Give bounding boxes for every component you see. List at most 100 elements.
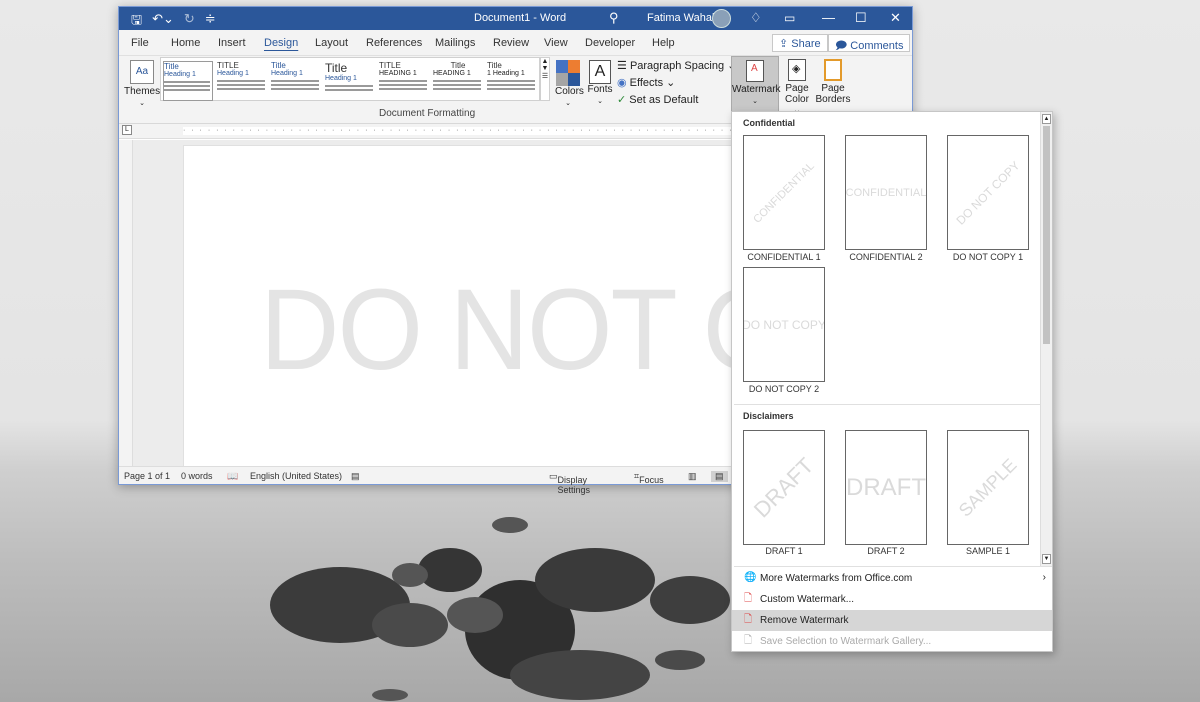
tab-help[interactable]: Help: [652, 37, 675, 49]
watermark-option-text: SAMPLE: [954, 454, 1021, 521]
gallery-scroll[interactable]: ▲ ▼ ☰: [540, 57, 550, 101]
style-set-item[interactable]: Title Heading 1: [271, 61, 321, 101]
watermark-option-confidential-1[interactable]: CONFIDENTIAL: [743, 135, 825, 250]
focus-button[interactable]: ⌗ Focus: [634, 471, 664, 485]
style-set-item[interactable]: Title Heading 1: [163, 61, 213, 101]
tab-file[interactable]: File: [131, 37, 149, 49]
style-heading: Heading 1: [271, 70, 303, 77]
style-title: Title: [487, 61, 502, 70]
gallery-more-icon[interactable]: ☰: [541, 72, 549, 80]
watermark-option-sample-1[interactable]: SAMPLE: [947, 430, 1029, 545]
search-icon[interactable]: ⚲: [609, 10, 619, 26]
style-title: Title: [450, 61, 466, 70]
style-set-item[interactable]: TITLE Heading 1: [217, 61, 267, 101]
print-layout-icon[interactable]: ▤: [711, 471, 728, 482]
minimize-icon[interactable]: —: [822, 10, 835, 25]
scrollbar-thumb[interactable]: [1043, 126, 1050, 344]
avatar[interactable]: [712, 9, 731, 28]
style-set-gallery: Title Heading 1 TITLE Heading 1 Title Headi…: [160, 57, 540, 101]
scroll-down-icon[interactable]: ▼: [1042, 554, 1051, 564]
tab-mailings[interactable]: Mailings: [435, 37, 475, 49]
display-settings-label: Display Settings: [557, 475, 591, 495]
share-label: Share: [791, 38, 821, 50]
page-borders-label-1: Page: [821, 83, 845, 94]
style-heading: Heading 1: [164, 71, 196, 78]
read-mode-icon[interactable]: ▥: [688, 471, 697, 482]
watermark-option-label: DRAFT 2: [867, 546, 905, 556]
title-bar: 🖫 ↶⌄ ↻ ≑ Document1 - Word ⚲ Fatima Wahab…: [119, 7, 912, 30]
style-heading: Heading 1: [217, 70, 249, 77]
watermark-option-do-not-copy-1[interactable]: DO NOT COPY: [947, 135, 1029, 250]
page-borders-button[interactable]: Page Borders: [815, 59, 851, 105]
section-divider: [734, 404, 1040, 405]
style-heading: HEADING 1: [433, 70, 471, 77]
themes-icon: Aa: [130, 60, 154, 84]
tab-developer[interactable]: Developer: [585, 37, 635, 49]
rocks-image: [270, 517, 730, 701]
ribbon-tabs: File Home Insert Design Layout Reference…: [119, 30, 912, 56]
tab-references[interactable]: References: [366, 37, 422, 49]
word-count[interactable]: 0 words: [181, 471, 213, 481]
tab-selector-icon[interactable]: L: [122, 125, 132, 135]
ribbon-display-options-icon[interactable]: ▭: [784, 11, 795, 25]
watermark-option-label: SAMPLE 1: [965, 546, 1011, 556]
effects-button[interactable]: ◉ Effects ⌄: [617, 75, 736, 92]
set-as-default-label: Set as Default: [629, 94, 699, 106]
language[interactable]: English (United States): [250, 471, 342, 481]
fonts-button[interactable]: A Fonts ⌄: [587, 60, 613, 106]
tab-design[interactable]: Design: [264, 37, 298, 49]
remove-watermark-item[interactable]: 🗋 Remove Watermark: [732, 610, 1052, 631]
watermark-option-text: DRAFT: [748, 452, 819, 522]
gallery-scrollbar[interactable]: ▲ ▼: [1040, 112, 1052, 566]
gallery-up-icon[interactable]: ▲: [541, 58, 549, 65]
themes-label: Themes: [124, 86, 161, 97]
custom-watermark-icon: 🗋: [744, 593, 753, 604]
page-watermark: DO NOT COPY: [260, 264, 742, 395]
document-page[interactable]: DO NOT COPY: [183, 145, 743, 470]
save-to-gallery-item: 🗋 Save Selection to Watermark Gallery...: [732, 631, 1052, 652]
gallery-down-icon[interactable]: ▼: [541, 65, 549, 72]
color-swatch: [556, 60, 568, 73]
style-title: Title: [271, 61, 286, 70]
tab-home[interactable]: Home: [171, 37, 200, 49]
watermark-option-draft-2[interactable]: DRAFT: [845, 430, 927, 545]
accessibility-icon[interactable]: ▤: [351, 471, 360, 482]
page-color-button[interactable]: ◈ PageColor ⌄: [780, 59, 814, 116]
menu-divider: [734, 566, 1052, 567]
tab-layout[interactable]: Layout: [315, 37, 348, 49]
premium-diamond-icon[interactable]: ♢: [750, 10, 762, 26]
more-watermarks-item[interactable]: 🌐 More Watermarks from Office.com ›: [732, 568, 1052, 589]
set-as-default-button[interactable]: ✓ Set as Default: [617, 92, 736, 109]
colors-button[interactable]: Colors ⌄: [555, 60, 584, 108]
themes-button[interactable]: Aa Themes ⌄: [124, 60, 160, 108]
watermark-option-label: DRAFT 1: [765, 546, 803, 556]
watermark-button[interactable]: A Watermark ⌄: [731, 56, 781, 114]
page-borders-icon: [824, 59, 842, 81]
close-icon[interactable]: ✕: [890, 10, 901, 26]
paragraph-spacing-button[interactable]: ☰ Paragraph Spacing ⌄: [617, 58, 736, 75]
style-set-item[interactable]: Title HEADING 1: [433, 61, 483, 101]
tab-view[interactable]: View: [544, 37, 568, 49]
style-set-item[interactable]: Title 1 Heading 1: [487, 61, 537, 101]
watermark-option-confidential-2[interactable]: CONFIDENTIAL: [845, 135, 927, 250]
proofing-icon[interactable]: 📖: [227, 471, 238, 482]
watermark-option-text: DRAFT: [846, 473, 926, 501]
page-count[interactable]: Page 1 of 1: [124, 471, 170, 481]
maximize-icon[interactable]: ☐: [855, 10, 867, 26]
check-circle-icon: ✓: [617, 94, 627, 106]
scroll-up-icon[interactable]: ▲: [1042, 114, 1051, 124]
custom-watermark-item[interactable]: 🗋 Custom Watermark...: [732, 589, 1052, 610]
comments-button[interactable]: 🗩 Comments: [828, 34, 911, 52]
custom-watermark-label: Custom Watermark...: [760, 594, 855, 605]
vertical-ruler[interactable]: [119, 140, 133, 470]
display-settings-button[interactable]: ▭ Display Settings: [549, 471, 590, 495]
style-set-item[interactable]: TITLE HEADING 1: [379, 61, 429, 101]
watermark-option-do-not-copy-2[interactable]: DO NOT COPY: [743, 267, 825, 382]
watermark-option-draft-1[interactable]: DRAFT: [743, 430, 825, 545]
style-set-item[interactable]: Title Heading 1: [325, 61, 375, 101]
share-button[interactable]: ⇪ Share: [772, 34, 828, 52]
tab-insert[interactable]: Insert: [218, 37, 246, 49]
tab-review[interactable]: Review: [493, 37, 529, 49]
fonts-label: Fonts: [587, 84, 613, 95]
formatting-options: ☰ Paragraph Spacing ⌄ ◉ Effects ⌄ ✓ Set …: [617, 58, 736, 109]
